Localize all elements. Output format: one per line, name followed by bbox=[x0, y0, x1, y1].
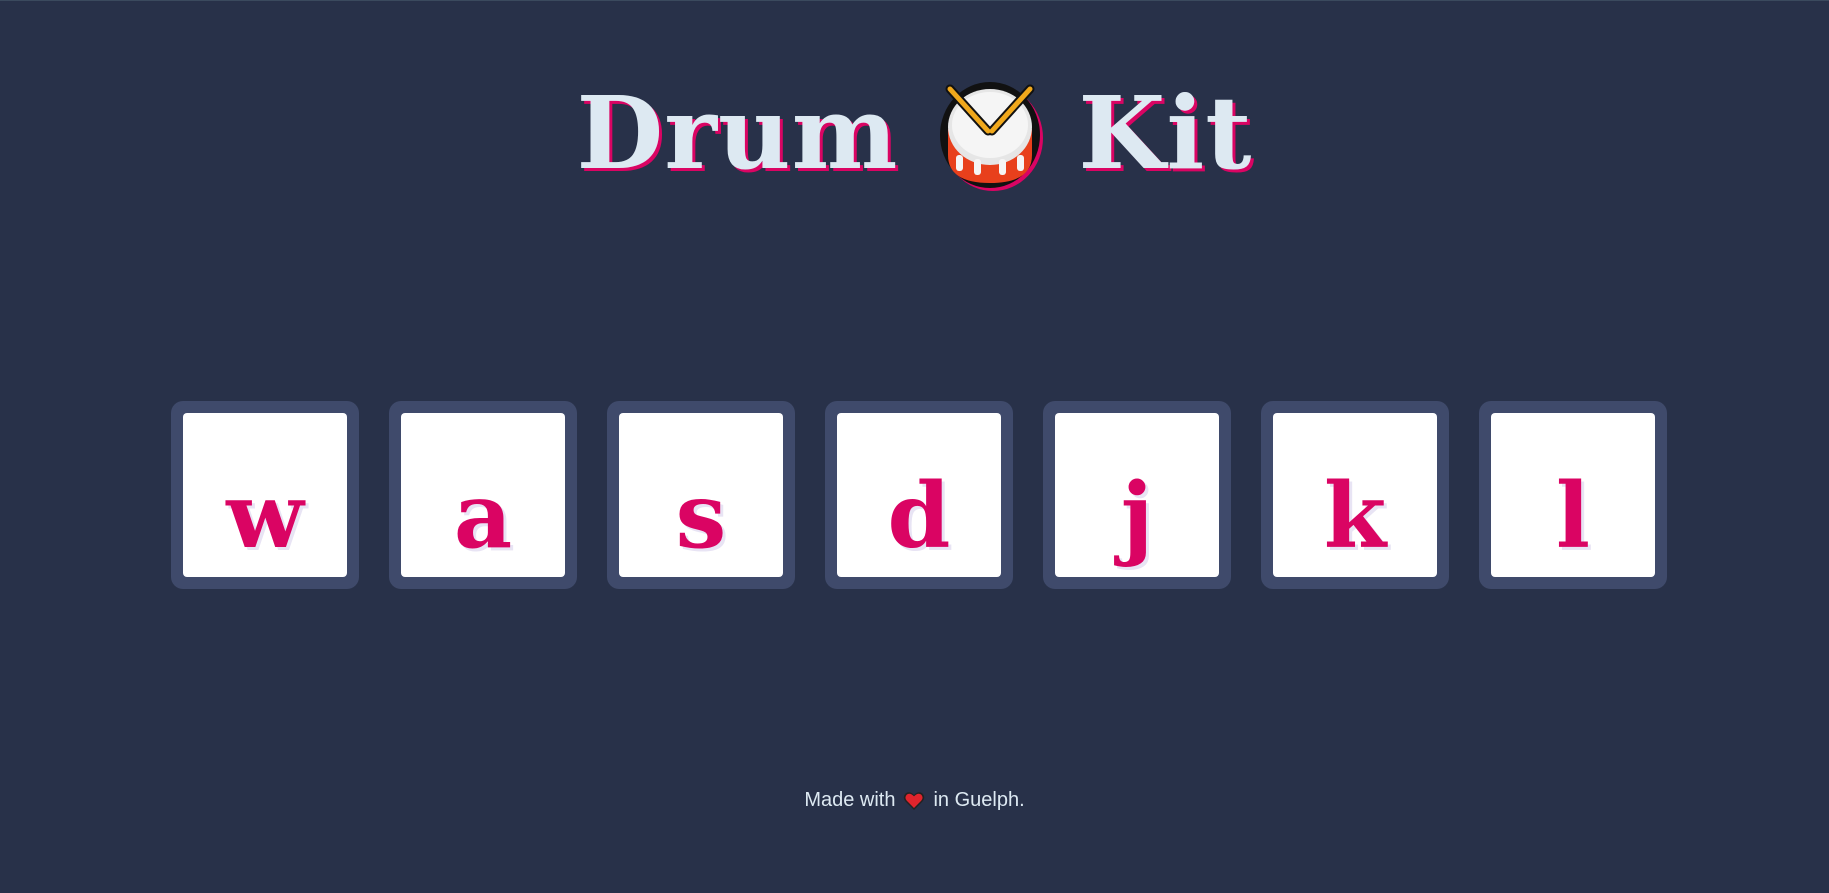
key-a[interactable]: a bbox=[389, 401, 577, 589]
key-label: j bbox=[1120, 463, 1154, 569]
key-label: w bbox=[226, 463, 304, 569]
key-s[interactable]: s bbox=[607, 401, 795, 589]
footer: Made with in Guelph. bbox=[0, 789, 1829, 812]
key-face: k bbox=[1273, 413, 1437, 577]
key-label: a bbox=[453, 463, 513, 569]
key-face: l bbox=[1491, 413, 1655, 577]
key-d[interactable]: d bbox=[825, 401, 1013, 589]
page-title: Drum Kit bbox=[0, 75, 1829, 191]
title-word-kit: Kit bbox=[1078, 74, 1253, 192]
key-j[interactable]: j bbox=[1043, 401, 1231, 589]
title-word-drum: Drum bbox=[576, 74, 899, 192]
key-label: s bbox=[675, 463, 727, 569]
key-face: s bbox=[619, 413, 783, 577]
key-label: d bbox=[887, 463, 951, 569]
key-face: j bbox=[1055, 413, 1219, 577]
key-face: d bbox=[837, 413, 1001, 577]
key-w[interactable]: w bbox=[171, 401, 359, 589]
key-label: k bbox=[1323, 463, 1387, 569]
key-face: w bbox=[183, 413, 347, 577]
key-face: a bbox=[401, 413, 565, 577]
footer-prefix: Made with bbox=[804, 789, 896, 811]
footer-suffix: in Guelph. bbox=[933, 789, 1025, 811]
key-k[interactable]: k bbox=[1261, 401, 1449, 589]
key-l[interactable]: l bbox=[1479, 401, 1667, 589]
drum-icon bbox=[934, 77, 1046, 193]
drum-keys: w a s d j k l bbox=[171, 401, 1667, 589]
key-label: l bbox=[1555, 463, 1591, 569]
heart-icon bbox=[903, 791, 925, 811]
